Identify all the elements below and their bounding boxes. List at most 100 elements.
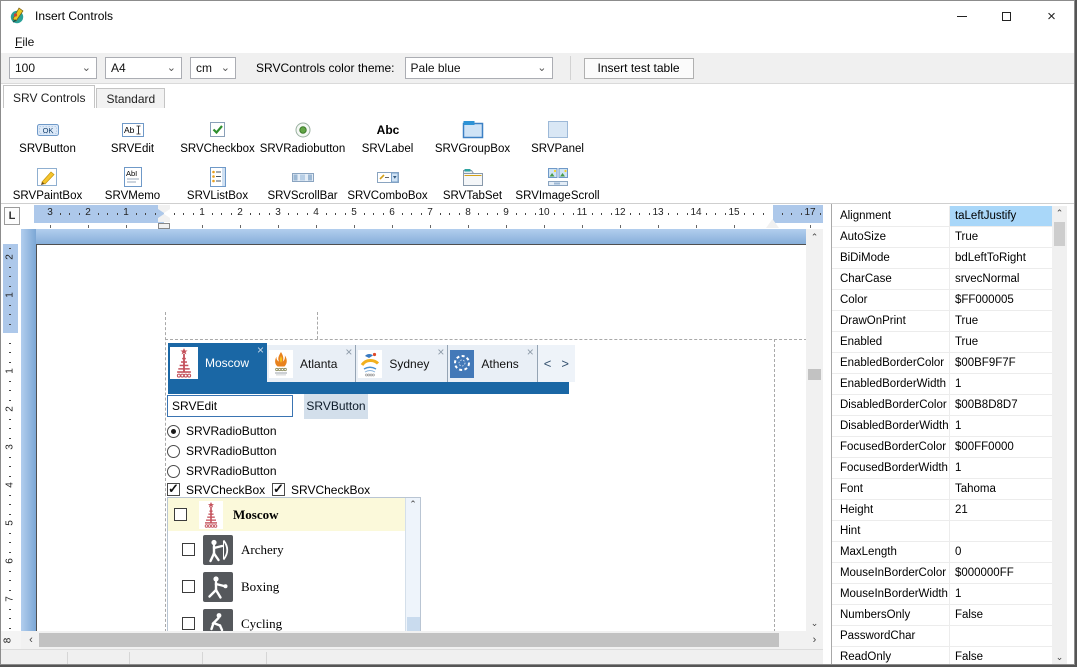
property-value[interactable]: True	[950, 227, 1052, 247]
palette-item-srvlabel[interactable]: AbcSRVLabel	[345, 108, 430, 155]
property-row[interactable]: Hint	[832, 521, 1052, 542]
property-value[interactable]: False	[950, 605, 1052, 625]
property-row[interactable]: FontTahoma	[832, 479, 1052, 500]
tabs-prev-icon[interactable]: <	[544, 356, 552, 371]
list-scroll-thumb[interactable]	[407, 617, 420, 631]
srvradiobutton-control[interactable]: SRVRadioButton	[167, 423, 277, 439]
property-row[interactable]: FocusedBorderWidth1	[832, 458, 1052, 479]
palette-item-srvmemo[interactable]: AbISRVMemo	[90, 155, 175, 202]
property-value[interactable]: 1	[950, 416, 1052, 436]
vertical-ruler[interactable]: 121234567	[1, 229, 21, 631]
tab-close-icon[interactable]: ×	[437, 346, 444, 358]
scroll-down-icon[interactable]: ⌄	[1052, 650, 1067, 665]
property-value[interactable]: 0	[950, 542, 1052, 562]
palette-item-srvgroupbox[interactable]: SRVGroupBox	[430, 108, 515, 155]
scroll-left-icon[interactable]: ‹	[21, 631, 38, 649]
item-checkbox[interactable]	[182, 580, 195, 593]
property-row[interactable]: AlignmenttaLeftJustify	[832, 206, 1052, 227]
horizontal-ruler[interactable]: 12312345678910111213141517	[21, 204, 823, 229]
property-value[interactable]: $FF000005	[950, 290, 1052, 310]
palette-item-srvscrollbar[interactable]: SRVScrollBar	[260, 155, 345, 202]
property-value[interactable]: 21	[950, 500, 1052, 520]
property-row[interactable]: CharCasesrvecNormal	[832, 269, 1052, 290]
property-scroll-thumb[interactable]	[1054, 222, 1065, 246]
property-value[interactable]: True	[950, 332, 1052, 352]
srvcheckbox-control[interactable]: SRVCheckBox	[167, 482, 265, 497]
property-row[interactable]: Color$FF000005	[832, 290, 1052, 311]
canvas-horizontal-scrollbar[interactable]: ‹ ›	[21, 631, 823, 649]
palette-item-srvimagescroll[interactable]: SRVImageScroll	[515, 155, 600, 202]
property-row[interactable]: AutoSizeTrue	[832, 227, 1052, 248]
property-value[interactable]: $00B8D8D7	[950, 395, 1052, 415]
palette-item-srvcheckbox[interactable]: SRVCheckbox	[175, 108, 260, 155]
property-row[interactable]: DisabledBorderWidth1	[832, 416, 1052, 437]
palette-tab-standard[interactable]: Standard	[96, 88, 165, 108]
scroll-right-icon[interactable]: ›	[806, 631, 823, 649]
list-item-archery[interactable]: Archery	[168, 531, 420, 568]
property-row[interactable]: EnabledBorderColor$00BF9F7F	[832, 353, 1052, 374]
list-item-cycling[interactable]: Cycling	[168, 605, 420, 631]
document-canvas[interactable]: Moscow×Atlanta×Sydney×Athens×<>SRVButton…	[21, 229, 806, 631]
palette-tab-srv-controls[interactable]: SRV Controls	[3, 85, 95, 108]
palette-item-srvedit[interactable]: AbSRVEdit	[90, 108, 175, 155]
tab-close-icon[interactable]: ×	[345, 346, 352, 358]
srvradiobutton-control[interactable]: SRVRadioButton	[167, 443, 277, 459]
property-row[interactable]: Height21	[832, 500, 1052, 521]
property-value[interactable]: False	[950, 647, 1052, 665]
color-theme-select[interactable]: Pale blue ⌄	[405, 57, 553, 79]
property-value[interactable]: $00BF9F7F	[950, 353, 1052, 373]
tab-stop-selector-button[interactable]: L	[4, 207, 20, 225]
palette-item-srvpaintbox[interactable]: SRVPaintBox	[5, 155, 90, 202]
property-row[interactable]: EnabledBorderWidth1	[832, 374, 1052, 395]
tab-close-icon[interactable]: ×	[527, 346, 534, 358]
menu-file[interactable]: File	[9, 33, 40, 51]
list-group-header[interactable]: Moscow	[168, 498, 420, 531]
scroll-up-icon[interactable]: ⌃	[406, 499, 420, 510]
scroll-down-icon[interactable]: ⌄	[806, 615, 823, 631]
property-row[interactable]: ReadOnlyFalse	[832, 647, 1052, 665]
palette-item-srvpanel[interactable]: SRVPanel	[515, 108, 600, 155]
tabset-tab-moscow[interactable]: Moscow×	[168, 343, 267, 382]
property-value[interactable]: 1	[950, 374, 1052, 394]
tabset-tab-sydney[interactable]: Sydney×	[356, 345, 448, 382]
property-row[interactable]: MouseInBorderWidth1	[832, 584, 1052, 605]
insert-test-table-button[interactable]: Insert test table	[584, 58, 694, 79]
units-select[interactable]: cm ⌄	[190, 57, 236, 79]
srvbutton-control[interactable]: SRVButton	[304, 394, 368, 419]
property-row[interactable]: MaxLength0	[832, 542, 1052, 563]
srvedit-field[interactable]	[167, 395, 293, 417]
property-value[interactable]: 1	[950, 458, 1052, 478]
property-value[interactable]	[950, 626, 1052, 646]
horizontal-scroll-thumb[interactable]	[39, 633, 779, 647]
item-checkbox[interactable]	[182, 617, 195, 630]
palette-item-srvbutton[interactable]: OKSRVButton	[5, 108, 90, 155]
palette-item-srvradiobutton[interactable]: SRVRadiobutton	[260, 108, 345, 155]
property-value[interactable]: $00FF0000	[950, 437, 1052, 457]
property-row[interactable]: DisabledBorderColor$00B8D8D7	[832, 395, 1052, 416]
zoom-select[interactable]: 100 ⌄	[9, 57, 97, 79]
item-checkbox[interactable]	[174, 508, 187, 521]
scroll-up-icon[interactable]: ⌃	[806, 229, 823, 245]
tabset-tab-athens[interactable]: Athens×	[448, 345, 537, 382]
canvas-vertical-scrollbar[interactable]: ⌃ ⌄	[806, 229, 823, 631]
item-checkbox[interactable]	[182, 543, 195, 556]
property-row[interactable]: EnabledTrue	[832, 332, 1052, 353]
property-scrollbar[interactable]: ⌃ ⌄	[1052, 206, 1067, 665]
tab-close-icon[interactable]: ×	[257, 344, 264, 356]
tabs-next-icon[interactable]: >	[561, 356, 569, 371]
property-row[interactable]: FocusedBorderColor$00FF0000	[832, 437, 1052, 458]
property-value[interactable]: 1	[950, 584, 1052, 604]
property-value[interactable]: True	[950, 311, 1052, 331]
property-value[interactable]	[950, 521, 1052, 541]
maximize-button[interactable]	[984, 1, 1029, 31]
minimize-button[interactable]	[939, 1, 984, 31]
list-item-boxing[interactable]: Boxing	[168, 568, 420, 605]
property-row[interactable]: PasswordChar	[832, 626, 1052, 647]
property-row[interactable]: BiDiModebdLeftToRight	[832, 248, 1052, 269]
srvcheckbox-control[interactable]: SRVCheckBox	[272, 482, 370, 497]
property-value[interactable]: srvecNormal	[950, 269, 1052, 289]
property-value[interactable]: Tahoma	[950, 479, 1052, 499]
palette-item-srvlistbox[interactable]: SRVListBox	[175, 155, 260, 202]
paper-size-select[interactable]: A4 ⌄	[105, 57, 182, 79]
property-row[interactable]: NumbersOnlyFalse	[832, 605, 1052, 626]
